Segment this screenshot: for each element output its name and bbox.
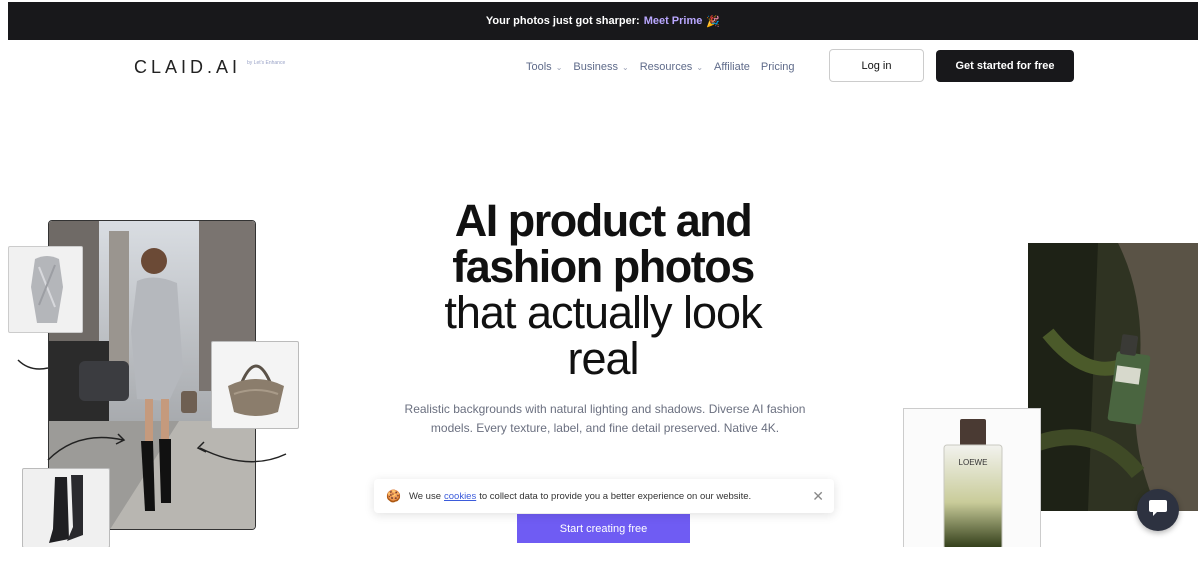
draped-top-image [8, 246, 83, 333]
logo-wordmark: CLAID.AI [134, 57, 242, 77]
login-button[interactable]: Log in [829, 49, 924, 82]
nav-item-pricing[interactable]: Pricing [761, 61, 795, 73]
hero-title-line: that actually look [444, 287, 762, 338]
announcement-bar[interactable]: Your photos just got sharper: Meet Prime… [8, 2, 1198, 40]
main-nav: Tools ⌄ Business ⌄ Resources ⌄ Affiliate… [526, 50, 806, 84]
hero-title-line: AI product and [454, 195, 753, 246]
close-icon[interactable]: ✕ [812, 489, 824, 503]
cookie-icon: 🍪 [386, 489, 401, 503]
logo-byline: by Let's Enhance [247, 60, 286, 66]
nav-item-label: Tools [526, 61, 552, 73]
hero-title-line: real [567, 333, 639, 384]
chevron-down-icon: ⌄ [555, 62, 563, 72]
chevron-down-icon: ⌄ [696, 62, 704, 72]
nav-item-business[interactable]: Business ⌄ [573, 61, 628, 73]
forest-perfume-image [1028, 243, 1198, 511]
hero-title: AI product and fashion photos that actua… [398, 198, 808, 382]
get-started-button[interactable]: Get started for free [936, 50, 1074, 82]
cookie-text: to collect data to provide you a better … [479, 490, 752, 502]
cookies-link[interactable]: cookies [444, 491, 476, 502]
nav-item-label: Affiliate [714, 61, 750, 73]
chat-button[interactable] [1137, 489, 1179, 531]
hero-title-line: fashion photos [452, 241, 755, 292]
party-icon: 🎉 [706, 15, 721, 28]
nav-item-label: Resources [639, 61, 693, 73]
cookie-text: We use [408, 490, 441, 502]
chevron-down-icon: ⌄ [622, 62, 629, 72]
logo[interactable]: CLAID.AI by Let's Enhance [134, 57, 285, 78]
nav-item-tools[interactable]: Tools ⌄ [526, 61, 562, 73]
perfume-brand-label: LOEWE [959, 458, 988, 467]
chat-icon [1148, 499, 1168, 522]
nav-item-label: Business [573, 61, 619, 73]
announcement-link[interactable]: Meet Prime [644, 15, 703, 27]
page: Your photos just got sharper: Meet Prime… [8, 2, 1198, 547]
nav-item-label: Pricing [760, 61, 795, 73]
cookie-banner: 🍪 We use cookies to collect data to prov… [374, 479, 834, 513]
perfume-bottle-image: LOEWE [903, 408, 1041, 547]
arrow-decorations [17, 359, 287, 463]
nav-item-resources[interactable]: Resources ⌄ [640, 61, 703, 73]
nav-item-affiliate[interactable]: Affiliate [714, 61, 750, 73]
hero-subtitle: Realistic backgrounds with natural light… [404, 402, 806, 435]
announcement-text: Your photos just got sharper: [485, 15, 640, 27]
start-creating-button[interactable]: Start creating free [517, 514, 690, 543]
